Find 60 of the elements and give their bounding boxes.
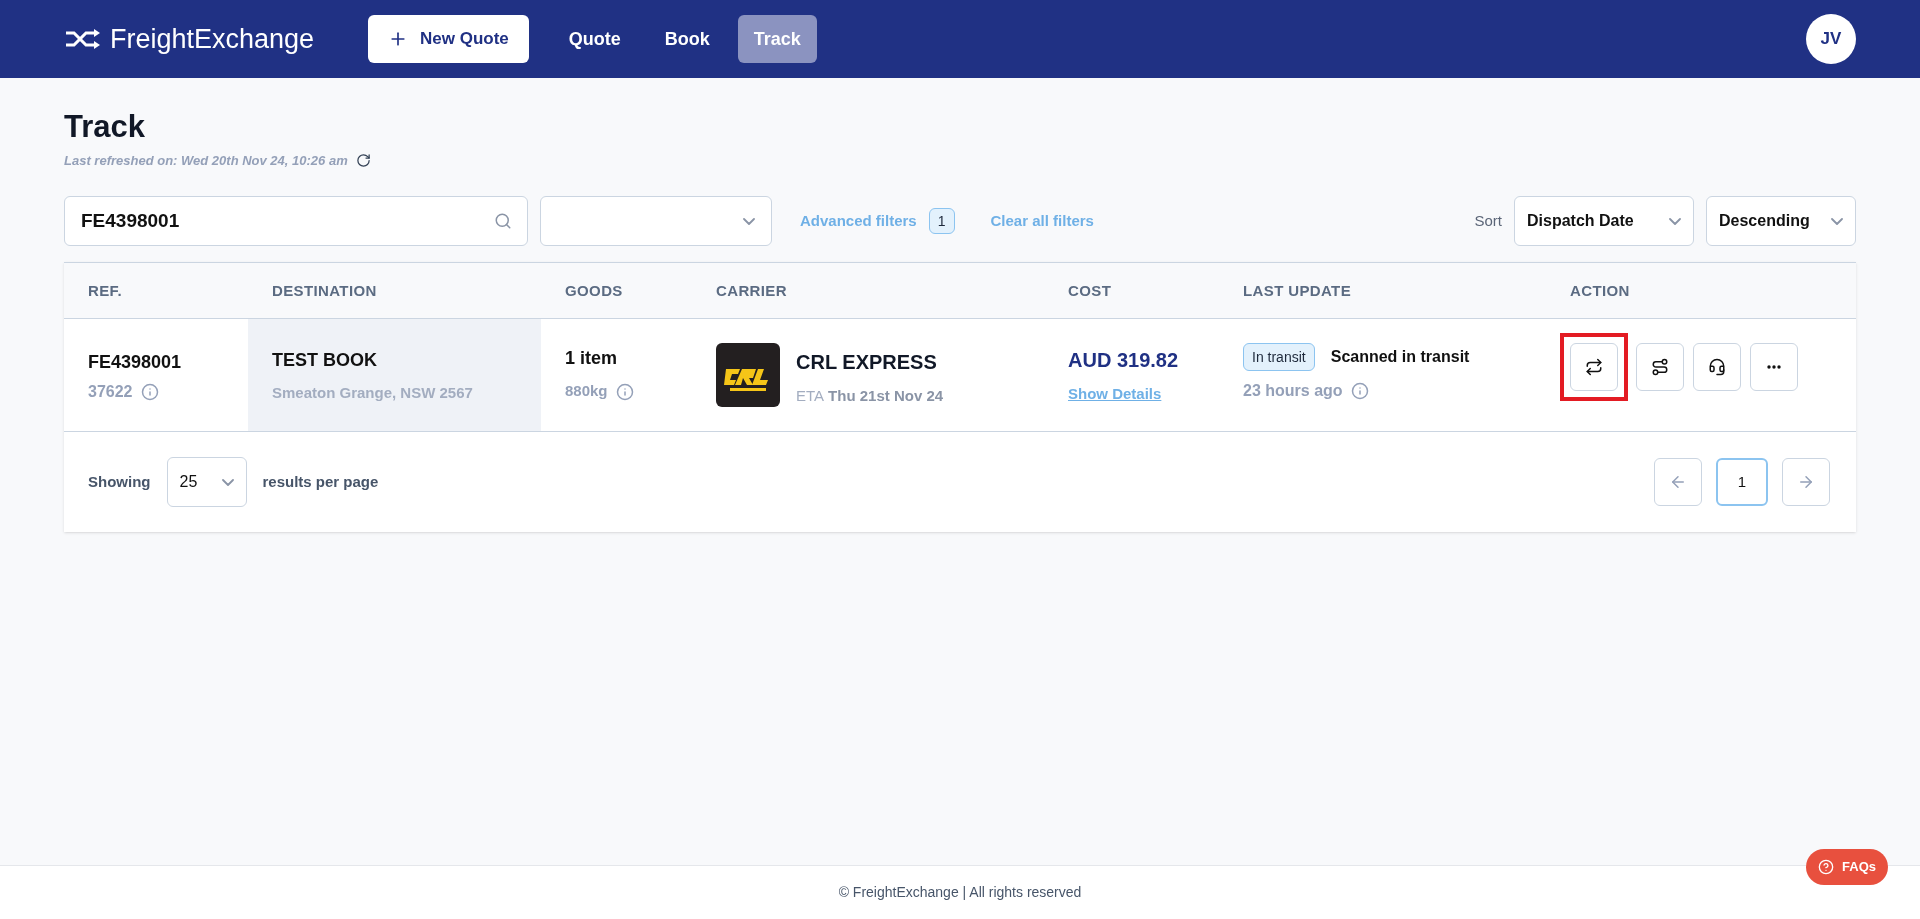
faqs-button[interactable]: FAQs bbox=[1806, 849, 1888, 885]
chevron-icon bbox=[1669, 217, 1681, 225]
per-page-label: results per page bbox=[262, 472, 379, 492]
headset-icon bbox=[1708, 358, 1726, 377]
update-time: 23 hours ago bbox=[1243, 381, 1343, 402]
last-refreshed-text: Last refreshed on: Wed 20th Nov 24, 10:26 am bbox=[64, 151, 348, 170]
search-field[interactable]: FE4398001 bbox=[64, 196, 528, 247]
carrier-name: CRL EXPRESS bbox=[796, 350, 938, 376]
column-header: CARRIER bbox=[715, 280, 787, 301]
status-badge: In transit bbox=[1243, 343, 1315, 372]
filter-dropdown[interactable] bbox=[540, 196, 772, 247]
chevron-icon bbox=[743, 217, 755, 225]
info-icon[interactable] bbox=[1350, 382, 1369, 401]
reference-number: FE4398001 bbox=[88, 351, 183, 375]
previous-page-button[interactable] bbox=[1654, 458, 1702, 507]
sort-by-dropdown[interactable]: Dispatch Date bbox=[1514, 196, 1694, 247]
info-icon[interactable] bbox=[615, 382, 634, 401]
nav-tab[interactable]: Book bbox=[648, 15, 726, 63]
showing-label: Showing bbox=[88, 472, 151, 492]
action-button[interactable] bbox=[1570, 343, 1618, 392]
copyright-text: © FreightExchange | All rights reserved bbox=[838, 883, 1082, 902]
destination-name: TEST BOOK bbox=[272, 349, 378, 373]
carrier-logo bbox=[716, 343, 780, 408]
sort-order-dropdown[interactable]: Descending bbox=[1706, 196, 1856, 247]
logo-icon bbox=[64, 28, 102, 50]
eta-date: Thu 21st Nov 24 bbox=[828, 386, 944, 407]
update-text: Scanned in transit bbox=[1330, 347, 1470, 368]
destination-address: Smeaton Grange, NSW 2567 bbox=[272, 383, 474, 404]
action-button[interactable] bbox=[1636, 343, 1684, 392]
chevron-icon bbox=[1831, 217, 1843, 225]
route-icon bbox=[1651, 358, 1669, 377]
swap-icon bbox=[1585, 358, 1603, 377]
action-button[interactable] bbox=[1693, 343, 1741, 392]
brand-name: FreightExchange bbox=[110, 22, 315, 56]
more-icon bbox=[1767, 365, 1781, 370]
reference-sub: 37622 bbox=[88, 382, 133, 403]
search-icon bbox=[494, 212, 512, 231]
column-header: REF. bbox=[87, 280, 122, 301]
refresh-icon[interactable] bbox=[355, 153, 371, 168]
page-button[interactable]: 1 bbox=[1716, 458, 1768, 507]
new-quote-button[interactable]: New Quote bbox=[368, 15, 529, 63]
goods-weight: 880kg bbox=[565, 381, 608, 402]
goods-count: 1 item bbox=[565, 347, 619, 371]
nav-tab[interactable]: Quote bbox=[552, 15, 637, 63]
chevron-icon bbox=[221, 478, 234, 486]
column-header: GOODS bbox=[564, 280, 623, 301]
cost-amount: AUD 319.82 bbox=[1068, 348, 1179, 374]
page-title: Track bbox=[64, 108, 146, 146]
info-icon[interactable] bbox=[140, 383, 159, 402]
next-page-button[interactable] bbox=[1782, 458, 1830, 507]
column-header: ACTION bbox=[1569, 280, 1630, 301]
eta-label: ETA bbox=[796, 386, 825, 407]
help-icon bbox=[1818, 859, 1835, 875]
column-header: LAST UPDATE bbox=[1242, 280, 1351, 301]
column-header: DESTINATION bbox=[271, 280, 377, 301]
column-header: COST bbox=[1067, 280, 1112, 301]
per-page-dropdown[interactable]: 25 bbox=[166, 457, 247, 508]
user-avatar[interactable]: JV bbox=[1806, 14, 1856, 64]
filter-count-badge: 1 bbox=[928, 208, 955, 235]
sort-label: Sort bbox=[1474, 211, 1502, 231]
